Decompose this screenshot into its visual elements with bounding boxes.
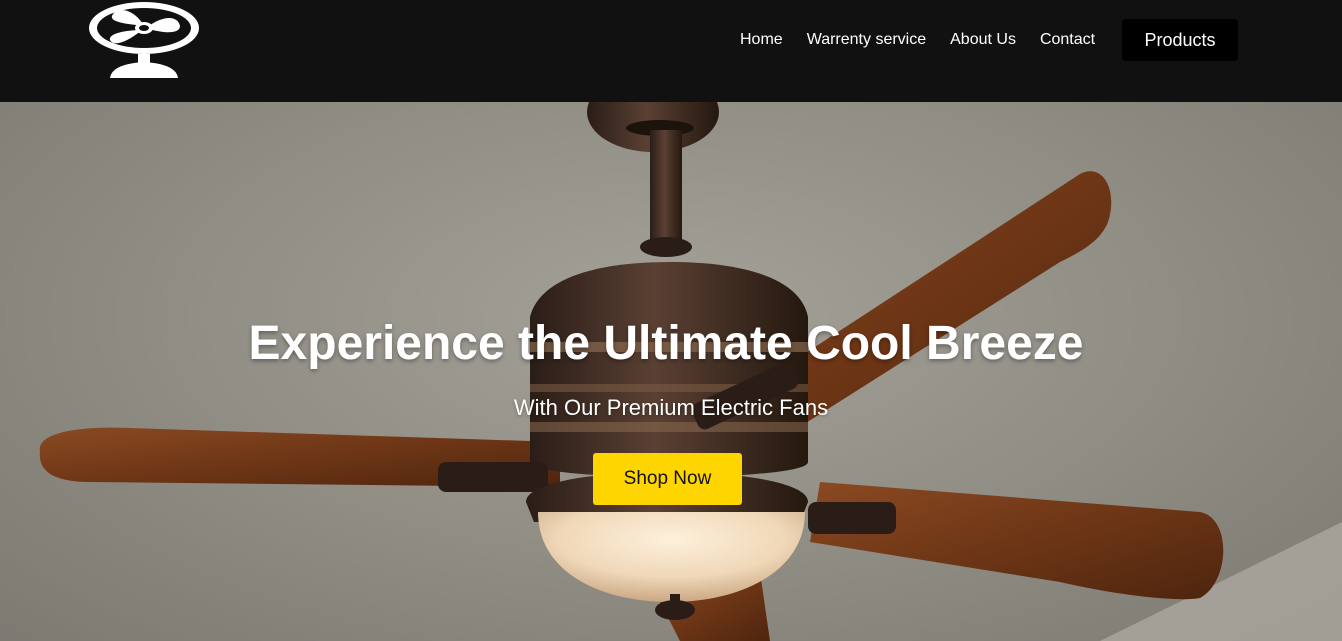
fan-logo-icon[interactable] xyxy=(84,0,204,80)
nav-about-link[interactable]: About Us xyxy=(950,31,1016,49)
shop-now-button[interactable]: Shop Now xyxy=(593,453,742,505)
site-header: Home Warrenty service About Us Contact P… xyxy=(0,0,1342,102)
nav-home-link[interactable]: Home xyxy=(740,31,783,49)
nav-warranty-link[interactable]: Warrenty service xyxy=(807,31,926,49)
hero-section: Experience the Ultimate Cool Breeze With… xyxy=(0,102,1342,641)
hero-title: Experience the Ultimate Cool Breeze xyxy=(248,317,1084,370)
nav-contact-link[interactable]: Contact xyxy=(1040,31,1095,49)
main-nav: Home Warrenty service About Us Contact xyxy=(740,0,1119,80)
hero-subtitle: With Our Premium Electric Fans xyxy=(513,395,829,420)
products-button[interactable]: Products xyxy=(1122,19,1238,61)
